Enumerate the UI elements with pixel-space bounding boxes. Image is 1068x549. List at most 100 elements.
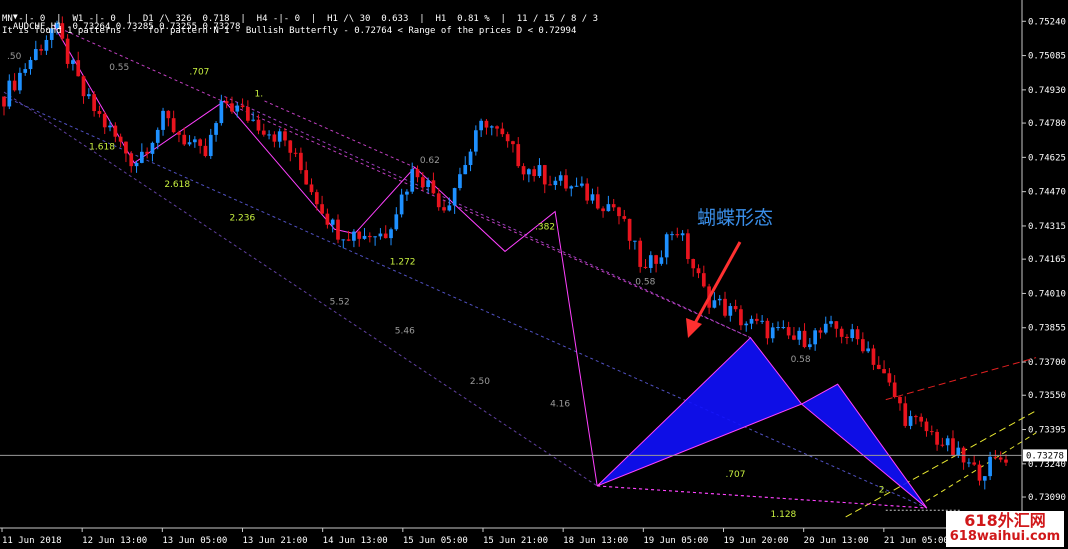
fib-label: 2.618 bbox=[164, 180, 190, 190]
y-tick-label: 0.74165 bbox=[1028, 255, 1066, 265]
fib-label: 1.128 bbox=[771, 510, 797, 520]
candle-body bbox=[86, 94, 91, 97]
candle-body bbox=[124, 141, 128, 154]
candle-body bbox=[516, 144, 521, 167]
site-watermark: 618外汇网 618waihui.com bbox=[946, 511, 1064, 547]
candle-body bbox=[44, 39, 49, 51]
fib-label: 0.58 bbox=[791, 355, 811, 365]
fib-label: 0.58 bbox=[635, 278, 655, 288]
y-tick-label: 0.74625 bbox=[1028, 153, 1066, 163]
candle-body bbox=[542, 165, 547, 185]
time-axis: 11 Jun 2018 12 Jun 13:00 13 Jun 05:00 13 Ju… bbox=[0, 527, 1029, 546]
candle-body bbox=[765, 320, 770, 339]
candle-body bbox=[71, 60, 75, 64]
candle-body bbox=[394, 214, 399, 230]
pattern-xd-line bbox=[597, 485, 927, 509]
candle-body bbox=[415, 169, 420, 178]
candle-body bbox=[447, 205, 452, 211]
candle-body bbox=[643, 266, 648, 268]
y-tick-label: 0.75085 bbox=[1028, 52, 1066, 62]
fib-label: .707 bbox=[725, 470, 745, 480]
candle-body bbox=[935, 431, 939, 445]
candle-body bbox=[341, 239, 346, 241]
candle-body bbox=[12, 80, 17, 91]
candle-body bbox=[834, 321, 839, 329]
annotation-arrow-shaft bbox=[692, 241, 742, 326]
candle-body bbox=[23, 69, 28, 73]
candle-body bbox=[988, 456, 992, 477]
candle-body bbox=[521, 166, 526, 175]
butterfly-annotation: 蝴蝶形态 bbox=[697, 207, 774, 229]
candle-body bbox=[569, 186, 574, 189]
candle-body bbox=[378, 233, 383, 237]
candle-body bbox=[468, 151, 473, 166]
candle-body bbox=[914, 416, 918, 418]
candle-body bbox=[336, 219, 340, 240]
candle-body bbox=[367, 235, 372, 238]
fib-label: 2. bbox=[879, 486, 888, 496]
candle-body bbox=[193, 139, 197, 143]
candle-body bbox=[473, 130, 478, 152]
candle-body bbox=[664, 234, 669, 258]
candle-body bbox=[924, 421, 929, 432]
candle-body bbox=[739, 309, 743, 326]
candle-body bbox=[590, 194, 595, 201]
guide-line bbox=[264, 100, 416, 168]
candle-body bbox=[108, 125, 112, 128]
candle-body bbox=[648, 255, 653, 268]
candle-body bbox=[357, 231, 362, 239]
price-chart[interactable]: 0.75240 0.75085 0.74930 0.74780 0.74625 0.744… bbox=[0, 0, 1068, 549]
candle-body bbox=[659, 257, 664, 264]
candle-body bbox=[150, 142, 155, 154]
candle-body bbox=[919, 416, 924, 422]
candle-body bbox=[898, 397, 902, 404]
candle-body bbox=[654, 255, 658, 264]
fib-label: 4.16 bbox=[550, 399, 570, 409]
candle-body bbox=[134, 162, 139, 167]
candle-body bbox=[701, 273, 706, 287]
x-tick-label: 14 Jun 13:00 bbox=[323, 536, 388, 546]
candle-body bbox=[680, 233, 685, 236]
candle-body bbox=[145, 151, 149, 154]
fib-label: 0.55 bbox=[109, 63, 129, 73]
candle-body bbox=[330, 219, 335, 225]
fib-label: 2.50 bbox=[470, 377, 490, 387]
candle-body bbox=[781, 327, 786, 329]
candle-body bbox=[627, 218, 632, 241]
candle-body bbox=[972, 462, 977, 465]
candle-body bbox=[728, 306, 733, 316]
x-tick-label: 12 Jun 13:00 bbox=[82, 536, 147, 546]
candle-body bbox=[219, 101, 224, 124]
candle-body bbox=[537, 165, 542, 177]
fib-label: 2.236 bbox=[229, 213, 255, 223]
candle-body bbox=[399, 194, 404, 215]
guide-line bbox=[885, 357, 1037, 401]
candle-body bbox=[495, 126, 499, 129]
x-tick-label: 21 Jun 05:00 bbox=[884, 536, 949, 546]
candle-body bbox=[203, 145, 208, 157]
candle-body bbox=[940, 444, 945, 446]
candle-body bbox=[7, 80, 12, 107]
candle-body bbox=[967, 462, 971, 464]
candle-body bbox=[892, 382, 897, 398]
candle-body bbox=[288, 140, 293, 153]
x-tick-label: 19 Jun 20:00 bbox=[724, 536, 789, 546]
candle-body bbox=[405, 191, 409, 195]
x-tick-label: 19 Jun 05:00 bbox=[643, 536, 708, 546]
candle-body bbox=[712, 300, 717, 308]
candle-body bbox=[113, 125, 118, 137]
candle-body bbox=[309, 184, 314, 193]
candle-body bbox=[760, 320, 764, 322]
candle-body bbox=[823, 323, 828, 333]
candle-body bbox=[166, 110, 171, 119]
fib-label: 5.46 bbox=[395, 326, 415, 336]
candle-body bbox=[208, 134, 213, 157]
candle-body bbox=[845, 336, 849, 339]
candle-body bbox=[362, 235, 367, 239]
y-tick-label: 0.75240 bbox=[1028, 17, 1066, 27]
candle-body bbox=[484, 120, 489, 128]
candle-body bbox=[527, 169, 531, 175]
candle-body bbox=[733, 306, 738, 310]
candle-body bbox=[420, 177, 425, 188]
candle-body bbox=[606, 204, 611, 212]
